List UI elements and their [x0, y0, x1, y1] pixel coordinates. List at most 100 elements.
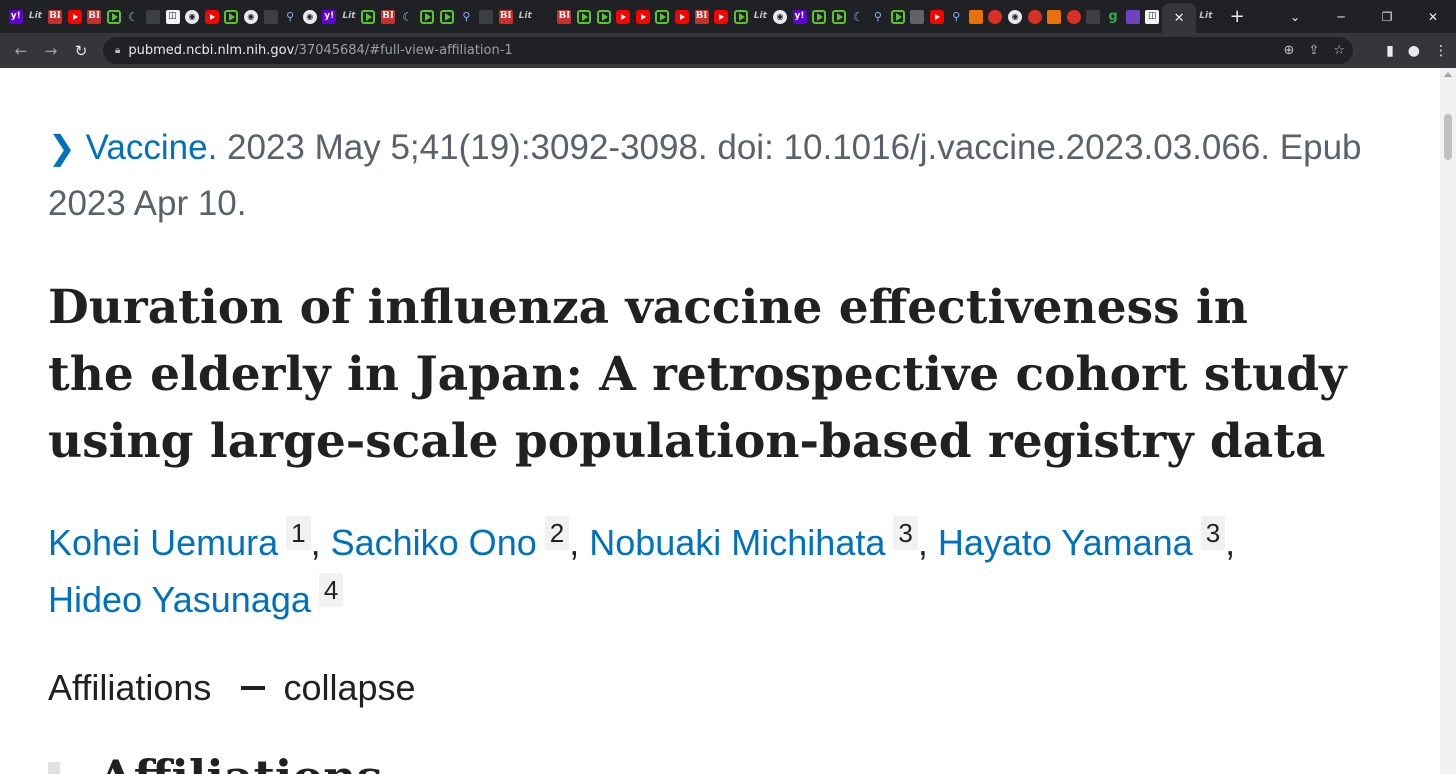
- author-link[interactable]: Sachiko Ono: [331, 522, 537, 563]
- browser-tab[interactable]: ◫: [163, 0, 183, 33]
- browser-tab[interactable]: BI: [496, 0, 516, 33]
- browser-tab[interactable]: [966, 0, 986, 33]
- browser-tab[interactable]: ⚲: [868, 0, 888, 33]
- browser-tab[interactable]: BI: [84, 0, 104, 33]
- active-tab[interactable]: ✕: [1162, 3, 1197, 33]
- address-bar[interactable]: 🔒︎ pubmed.ncbi.nlm.nih.gov/37045684/#ful…: [103, 37, 1353, 64]
- browser-tab[interactable]: y!: [790, 0, 810, 33]
- browser-tab[interactable]: BI: [378, 0, 398, 33]
- browser-tab[interactable]: BI: [692, 0, 712, 33]
- browser-tab[interactable]: [986, 0, 1006, 33]
- vertical-scrollbar[interactable]: [1440, 68, 1456, 774]
- browser-tab[interactable]: ⚲: [457, 0, 477, 33]
- affiliations-toggle[interactable]: Affiliations collapse: [48, 660, 416, 716]
- profile-icon[interactable]: ●: [1408, 43, 1420, 59]
- browser-tab[interactable]: Lit: [1196, 0, 1216, 33]
- browser-tab[interactable]: Lit: [751, 0, 771, 33]
- browser-tab[interactable]: [731, 0, 751, 33]
- restore-button[interactable]: ❐: [1364, 10, 1410, 24]
- author-link[interactable]: Hayato Yamana: [938, 522, 1193, 563]
- browser-tab[interactable]: [809, 0, 829, 33]
- browser-tab[interactable]: y!: [320, 0, 340, 33]
- scroll-up-arrow-icon[interactable]: [1444, 72, 1452, 77]
- browser-tab[interactable]: ⚲: [280, 0, 300, 33]
- close-window-button[interactable]: ✕: [1410, 10, 1456, 24]
- browser-tab[interactable]: [104, 0, 124, 33]
- browser-tab[interactable]: ◉: [770, 0, 790, 33]
- affiliation-ref[interactable]: 3: [893, 516, 918, 550]
- browser-tab[interactable]: y!: [6, 0, 26, 33]
- browser-tab[interactable]: [633, 0, 653, 33]
- browser-tab[interactable]: [222, 0, 242, 33]
- bookmark-star-icon[interactable]: ☆: [1333, 43, 1345, 58]
- lock-icon[interactable]: 🔒︎: [115, 45, 120, 56]
- new-tab-button[interactable]: +: [1230, 7, 1245, 26]
- browser-tab[interactable]: [437, 0, 457, 33]
- browser-tab[interactable]: [1064, 0, 1084, 33]
- browser-tab[interactable]: Lit: [515, 0, 535, 33]
- menu-kebab-icon[interactable]: ⋮: [1434, 43, 1448, 59]
- browser-tab[interactable]: ◫: [1142, 0, 1162, 33]
- affiliation-ref[interactable]: 3: [1200, 516, 1226, 550]
- browser-tab[interactable]: BI: [45, 0, 65, 33]
- browser-tab[interactable]: [202, 0, 222, 33]
- browser-tab[interactable]: [261, 0, 281, 33]
- browser-tab[interactable]: ☾: [398, 0, 418, 33]
- browser-tab[interactable]: [1123, 0, 1143, 33]
- browser-tab[interactable]: [535, 0, 555, 33]
- browser-tab[interactable]: [711, 0, 731, 33]
- browser-tab[interactable]: BI: [555, 0, 575, 33]
- browser-tab[interactable]: ◉: [241, 0, 261, 33]
- minimize-button[interactable]: ─: [1318, 10, 1364, 24]
- browser-tab[interactable]: g: [1103, 0, 1123, 33]
- browser-tab[interactable]: [1025, 0, 1045, 33]
- browser-tab[interactable]: [65, 0, 85, 33]
- forward-icon[interactable]: →: [36, 42, 66, 60]
- browser-tab[interactable]: [672, 0, 692, 33]
- browser-tab[interactable]: [613, 0, 633, 33]
- browser-tab[interactable]: ◉: [1005, 0, 1025, 33]
- browser-tab[interactable]: [143, 0, 163, 33]
- browser-tab[interactable]: [888, 0, 908, 33]
- back-icon[interactable]: ←: [6, 42, 36, 60]
- browser-tab[interactable]: [574, 0, 594, 33]
- journal-link[interactable]: Vaccine.: [86, 128, 218, 167]
- browser-tab[interactable]: Lit: [26, 0, 46, 33]
- browser-tab[interactable]: [829, 0, 849, 33]
- play-favicon-icon: [420, 9, 435, 24]
- author-link[interactable]: Nobuaki Michihata: [589, 522, 885, 563]
- browser-tab[interactable]: [927, 0, 947, 33]
- browser-tab[interactable]: [1084, 0, 1104, 33]
- close-tab-icon[interactable]: ✕: [1174, 11, 1185, 26]
- author-link[interactable]: Kohei Uemura: [48, 522, 278, 563]
- browser-tab[interactable]: ☾: [849, 0, 869, 33]
- author-link[interactable]: Hideo Yasunaga: [48, 579, 311, 620]
- browser-tab[interactable]: [417, 0, 437, 33]
- browser-tab[interactable]: [359, 0, 379, 33]
- reload-icon[interactable]: ↻: [66, 42, 96, 60]
- browser-tab[interactable]: ◉: [300, 0, 320, 33]
- bi-favicon-icon: BI: [557, 9, 572, 24]
- affiliation-ref[interactable]: 2: [544, 516, 570, 550]
- circ-favicon-icon: ◉: [1008, 9, 1023, 24]
- browser-tab[interactable]: ◉: [182, 0, 202, 33]
- browser-tab[interactable]: [476, 0, 496, 33]
- side-panel-icon[interactable]: ▮: [1386, 43, 1394, 59]
- browser-tab[interactable]: [907, 0, 927, 33]
- affiliation-ref[interactable]: 4: [318, 573, 344, 607]
- zoom-icon[interactable]: ⊕: [1284, 43, 1295, 58]
- chevron-right-icon[interactable]: ❯: [48, 120, 76, 176]
- tab-search-icon[interactable]: ⌄: [1272, 10, 1318, 24]
- browser-tab[interactable]: [1044, 0, 1064, 33]
- browser-tab[interactable]: [653, 0, 673, 33]
- url-path: /37045684/#full-view-affiliation-1: [294, 43, 513, 58]
- lit-favicon-icon: Lit: [753, 11, 767, 21]
- browser-tab[interactable]: Lit: [339, 0, 359, 33]
- affiliation-ref[interactable]: 1: [286, 516, 311, 550]
- collapse-label[interactable]: collapse: [283, 660, 415, 716]
- share-icon[interactable]: ⇪: [1308, 43, 1319, 58]
- browser-tab[interactable]: [594, 0, 614, 33]
- browser-tab[interactable]: ⚲: [947, 0, 967, 33]
- scrollbar-thumb[interactable]: [1444, 114, 1452, 160]
- browser-tab[interactable]: ☾: [124, 0, 144, 33]
